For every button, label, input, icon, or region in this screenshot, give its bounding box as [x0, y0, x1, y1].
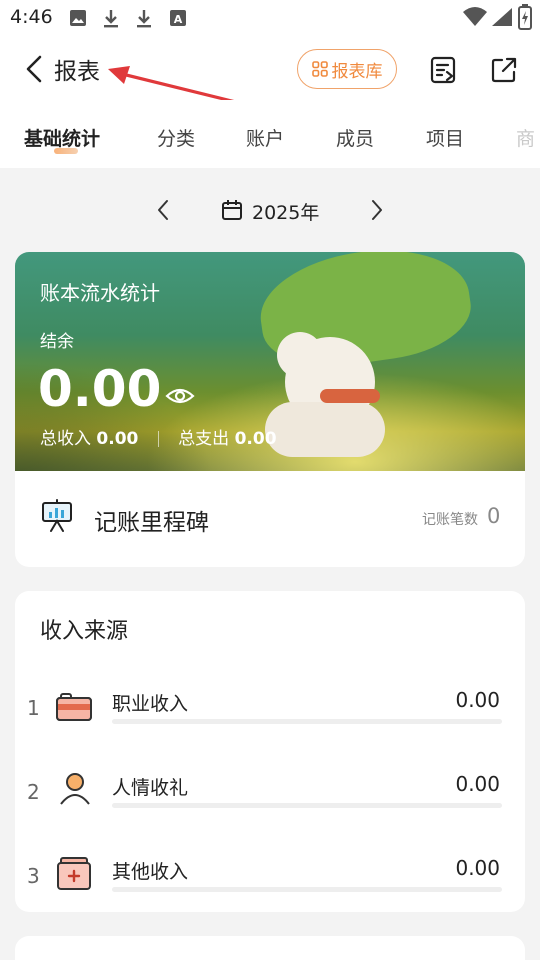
income-row-amount: 0.00	[455, 772, 500, 796]
ledger-flow-card: 账本流水统计 结余 0.00 总收入 0.00 总支出 0.00	[15, 252, 525, 471]
ledger-flow-title: 账本流水统计	[40, 281, 160, 305]
tab-bar: 基础统计 分类 账户 成员 项目 商	[0, 100, 540, 168]
chevron-left-icon[interactable]	[155, 198, 171, 222]
person-icon	[60, 773, 90, 805]
total-expense-label: 总支出	[178, 429, 230, 449]
battery-charging-icon	[518, 4, 532, 30]
income-row[interactable]: 2 人情收礼 0.00	[15, 770, 525, 830]
income-row[interactable]: 1 职业收入 0.00	[15, 686, 525, 746]
tab-basic-stats[interactable]: 基础统计	[24, 124, 100, 151]
milestone-title: 记账里程碑	[94, 510, 209, 536]
income-row-index: 3	[27, 864, 40, 888]
income-row-index: 1	[27, 696, 40, 720]
next-section-card	[15, 936, 525, 960]
status-bar: 4:46 A	[0, 0, 540, 36]
presentation-chart-icon	[42, 499, 72, 532]
total-expense-value: 0.00	[234, 429, 277, 449]
eye-icon[interactable]	[165, 386, 195, 406]
balance-label: 结余	[40, 332, 74, 352]
income-row-progress	[112, 887, 502, 892]
tab-category[interactable]: 分类	[157, 124, 195, 151]
totals-divider	[157, 431, 159, 447]
calendar-icon	[222, 200, 242, 220]
income-row-name: 其他收入	[112, 861, 189, 883]
income-row-name: 职业收入	[112, 693, 189, 715]
image-icon	[70, 10, 86, 26]
font-icon: A	[170, 10, 186, 26]
income-row-progress	[112, 803, 502, 808]
record-count-value: 0	[487, 504, 501, 528]
tab-account[interactable]: 账户	[246, 124, 284, 151]
tab-member[interactable]: 成员	[336, 124, 374, 151]
total-income-label: 总收入	[40, 429, 91, 449]
tab-merchant[interactable]: 商	[516, 124, 535, 151]
briefcase-icon	[56, 693, 92, 721]
hero-totals: 总收入 0.00 总支出 0.00	[40, 424, 277, 449]
total-income-value: 0.00	[96, 429, 139, 449]
page-title: 报表	[54, 59, 100, 85]
date-selector: 2025年	[0, 188, 540, 232]
income-row[interactable]: 3 其他收入 0.00	[15, 854, 525, 914]
export-list-icon[interactable]	[429, 55, 459, 85]
download-icon	[137, 10, 151, 28]
signal-icon	[492, 8, 512, 26]
svg-text:A: A	[174, 13, 183, 26]
report-library-label: 报表库	[331, 61, 383, 82]
income-row-progress	[112, 719, 502, 724]
grid-icon	[311, 61, 328, 77]
report-library-button[interactable]: 报表库	[297, 49, 397, 89]
share-icon[interactable]	[489, 55, 519, 85]
mouse-body-illustration	[265, 402, 385, 457]
record-count-label: 记账笔数	[422, 512, 478, 528]
status-time: 4:46	[10, 6, 53, 28]
income-row-amount: 0.00	[455, 688, 500, 712]
balance-value: 0.00	[38, 360, 162, 418]
date-label[interactable]: 2025年	[252, 198, 319, 225]
wallet-plus-icon	[57, 857, 91, 890]
download-icon	[104, 10, 118, 28]
scarf-illustration	[320, 389, 380, 403]
income-row-index: 2	[27, 780, 40, 804]
top-app-bar: 报表 报表库	[0, 36, 540, 100]
wifi-icon	[463, 7, 487, 26]
chevron-right-icon[interactable]	[369, 198, 385, 222]
income-row-amount: 0.00	[455, 856, 500, 880]
active-tab-indicator	[54, 148, 78, 154]
tab-project[interactable]: 项目	[426, 124, 464, 151]
income-sources-card: 收入来源 1 职业收入 0.00 2 人情收礼 0.00 3 其他收入 0.00	[15, 591, 525, 912]
back-icon[interactable]	[22, 54, 48, 84]
income-sources-title: 收入来源	[40, 619, 129, 644]
milestone-card[interactable]: 记账里程碑 记账笔数 0	[15, 471, 525, 567]
income-row-name: 人情收礼	[112, 777, 189, 799]
